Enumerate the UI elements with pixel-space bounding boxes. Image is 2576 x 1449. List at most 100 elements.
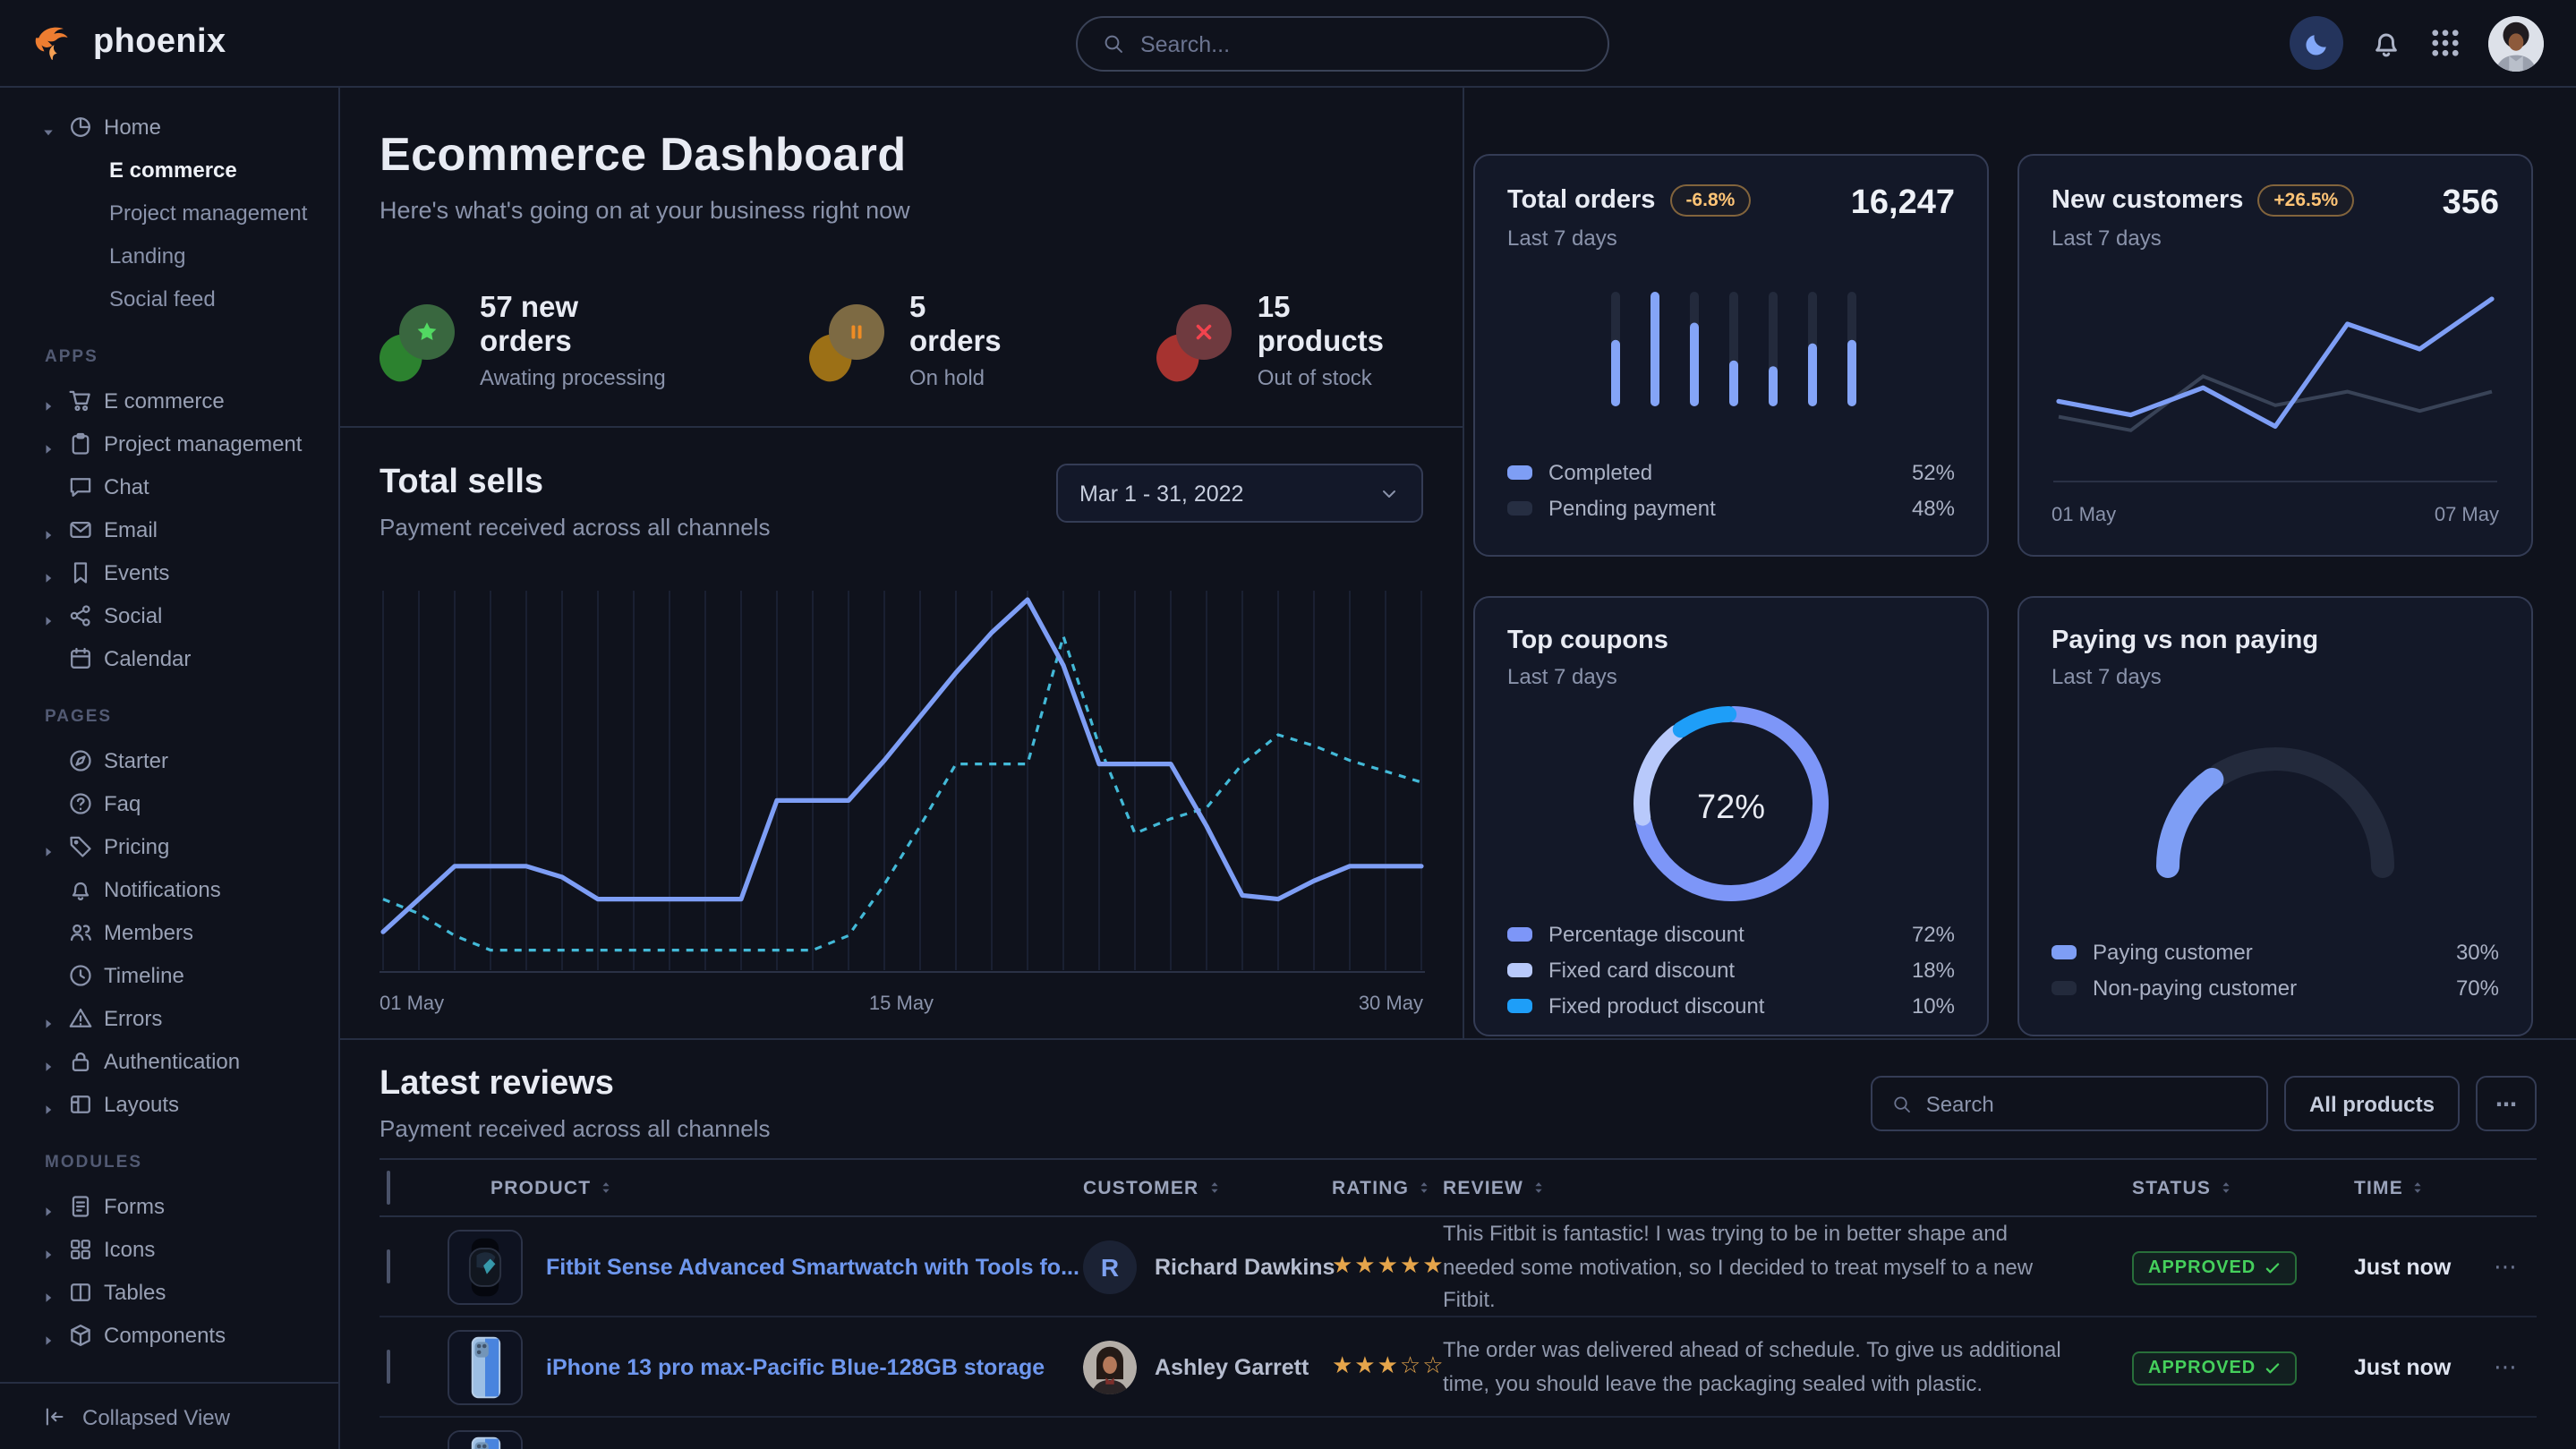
caret-right-icon xyxy=(39,1053,57,1070)
sidebar-item-pricing[interactable]: Pricing xyxy=(0,825,338,868)
collapse-view-button[interactable]: Collapsed View xyxy=(0,1382,338,1449)
legend-swatch xyxy=(1507,999,1532,1013)
share-icon xyxy=(68,603,93,628)
sort-icon xyxy=(2218,1178,2234,1198)
select-all-checkbox[interactable] xyxy=(387,1170,390,1204)
sidebar-item-icons[interactable]: Icons xyxy=(0,1228,338,1271)
sidebar-item-members[interactable]: Members xyxy=(0,911,338,954)
sidebar-item-starter[interactable]: Starter xyxy=(0,739,338,782)
legend-item-fixed-card-discount: Fixed card discount18% xyxy=(1507,952,1955,988)
sidebar-item-label: Members xyxy=(104,920,193,945)
product-link[interactable]: iPhone 13 pro max-Pacific Blue-128GB sto… xyxy=(546,1354,1045,1379)
sidebar-subitem-landing[interactable]: Landing xyxy=(0,234,338,277)
caret-right-icon xyxy=(39,521,57,539)
x-label: 30 May xyxy=(1359,993,1423,1015)
legend-value: 10% xyxy=(1912,993,1955,1019)
trend-badge: -6.8% xyxy=(1669,184,1751,217)
card-subtitle: Last 7 days xyxy=(1507,226,1751,251)
reviews-search-input[interactable] xyxy=(1926,1091,2247,1116)
row-checkbox[interactable] xyxy=(387,1249,390,1283)
sidebar-item-project-management[interactable]: Project management xyxy=(0,422,338,465)
sidebar-subitem-social-feed[interactable]: Social feed xyxy=(0,277,338,320)
sidebar-item-tables[interactable]: Tables xyxy=(0,1271,338,1314)
global-search-input[interactable] xyxy=(1140,31,1582,56)
sidebar-item-chat[interactable]: Chat xyxy=(0,465,338,508)
card-subtitle: Last 7 days xyxy=(2051,664,2318,689)
reviews-search[interactable] xyxy=(1871,1076,2268,1131)
total-orders-legend: Completed52%Pending payment48% xyxy=(1507,455,1955,526)
caret-right-icon xyxy=(39,1283,57,1301)
sidebar-item-authentication[interactable]: Authentication xyxy=(0,1040,338,1083)
status-badge: APPROVED xyxy=(2132,1351,2297,1385)
sidebar-item-events[interactable]: Events xyxy=(0,551,338,594)
review-row-1: Fitbit Sense Advanced Smartwatch with To… xyxy=(380,1217,2537,1317)
divider xyxy=(340,426,1463,428)
column-header-time[interactable]: TIME xyxy=(2354,1177,2494,1198)
sidebar-item-social[interactable]: Social xyxy=(0,594,338,637)
notifications-button[interactable] xyxy=(2370,27,2402,59)
apps-grid-button[interactable] xyxy=(2429,27,2461,59)
sort-icon xyxy=(1531,1178,1547,1198)
user-avatar[interactable] xyxy=(2488,15,2544,71)
stats-row: 57 new ordersAwating processing 5 orders… xyxy=(380,292,1423,390)
sidebar-subitem-e-commerce[interactable]: E commerce xyxy=(0,149,338,192)
row-menu-button[interactable]: ⋯ xyxy=(2494,1253,2537,1282)
column-header-review[interactable]: REVIEW xyxy=(1443,1177,2132,1198)
more-options-button[interactable]: ⋯ xyxy=(2476,1076,2537,1131)
card-title: Paying vs non paying xyxy=(2051,626,2318,655)
sidebar-item-notifications[interactable]: Notifications xyxy=(0,868,338,911)
sidebar-nav: HomeE commerceProject managementLandingS… xyxy=(0,88,338,1382)
compass-icon xyxy=(68,748,93,773)
date-range-select[interactable]: Mar 1 - 31, 2022 xyxy=(1056,464,1423,523)
sidebar-item-components[interactable]: Components xyxy=(0,1314,338,1357)
page-subtitle: Here's what's going on at your business … xyxy=(380,197,1423,224)
users-icon xyxy=(68,920,93,945)
legend-label: Fixed card discount xyxy=(1548,958,1735,983)
avatar-initial: R xyxy=(1083,1240,1137,1294)
file-icon xyxy=(68,1194,93,1219)
sidebar-item-faq[interactable]: Faq xyxy=(0,782,338,825)
column-header-customer[interactable]: CUSTOMER xyxy=(1083,1177,1332,1198)
legend-item-percentage-discount: Percentage discount72% xyxy=(1507,916,1955,952)
sidebar-item-email[interactable]: Email xyxy=(0,508,338,551)
check-icon xyxy=(2265,1260,2281,1276)
table-body: Fitbit Sense Advanced Smartwatch with To… xyxy=(380,1217,2537,1449)
top-coupons-legend: Percentage discount72%Fixed card discoun… xyxy=(1507,916,1955,1024)
top-coupons-card: Top coupons Last 7 days 72% Percentage d… xyxy=(1473,596,1989,1036)
sidebar-item-home[interactable]: Home xyxy=(0,106,338,149)
sidebar-item-label: Layouts xyxy=(104,1092,179,1117)
column-header-product[interactable]: PRODUCT xyxy=(444,1177,1083,1198)
header-checkbox-cell xyxy=(380,1172,444,1204)
product-link[interactable]: Fitbit Sense Advanced Smartwatch with To… xyxy=(546,1255,1079,1280)
legend-value: 48% xyxy=(1912,496,1955,521)
page-title: Ecommerce Dashboard xyxy=(380,127,1423,183)
sidebar-item-forms[interactable]: Forms xyxy=(0,1185,338,1228)
brand-logo[interactable]: phoenix xyxy=(32,20,226,66)
legend-item-completed: Completed52% xyxy=(1507,455,1955,490)
table-icon xyxy=(68,1280,93,1305)
sidebar-subitem-project-management[interactable]: Project management xyxy=(0,192,338,234)
sidebar-item-errors[interactable]: Errors xyxy=(0,997,338,1040)
all-products-button[interactable]: All products xyxy=(2284,1076,2460,1131)
layout-icon xyxy=(68,1092,93,1117)
row-checkbox[interactable] xyxy=(387,1349,390,1383)
trend-badge: +26.5% xyxy=(2257,184,2354,217)
total-sells-chart xyxy=(380,584,1423,983)
navbar-actions xyxy=(2290,15,2544,71)
sidebar-item-label: Authentication xyxy=(104,1049,240,1074)
sidebar-item-label: Events xyxy=(104,560,169,585)
sidebar-item-e-commerce[interactable]: E commerce xyxy=(0,379,338,422)
theme-toggle-button[interactable] xyxy=(2290,16,2343,70)
sidebar-item-layouts[interactable]: Layouts xyxy=(0,1083,338,1126)
global-search[interactable] xyxy=(1076,16,1609,72)
lock-icon xyxy=(68,1049,93,1074)
caret-right-icon xyxy=(39,1240,57,1258)
time-cell: Just now xyxy=(2354,1255,2494,1280)
caret-right-icon xyxy=(39,1010,57,1027)
column-header-status[interactable]: STATUS xyxy=(2132,1177,2354,1198)
paying-gauge-chart xyxy=(2141,736,2410,888)
sidebar-item-calendar[interactable]: Calendar xyxy=(0,637,338,680)
column-header-rating[interactable]: RATING xyxy=(1332,1177,1443,1198)
row-menu-button[interactable]: ⋯ xyxy=(2494,1352,2537,1381)
sidebar-item-timeline[interactable]: Timeline xyxy=(0,954,338,997)
